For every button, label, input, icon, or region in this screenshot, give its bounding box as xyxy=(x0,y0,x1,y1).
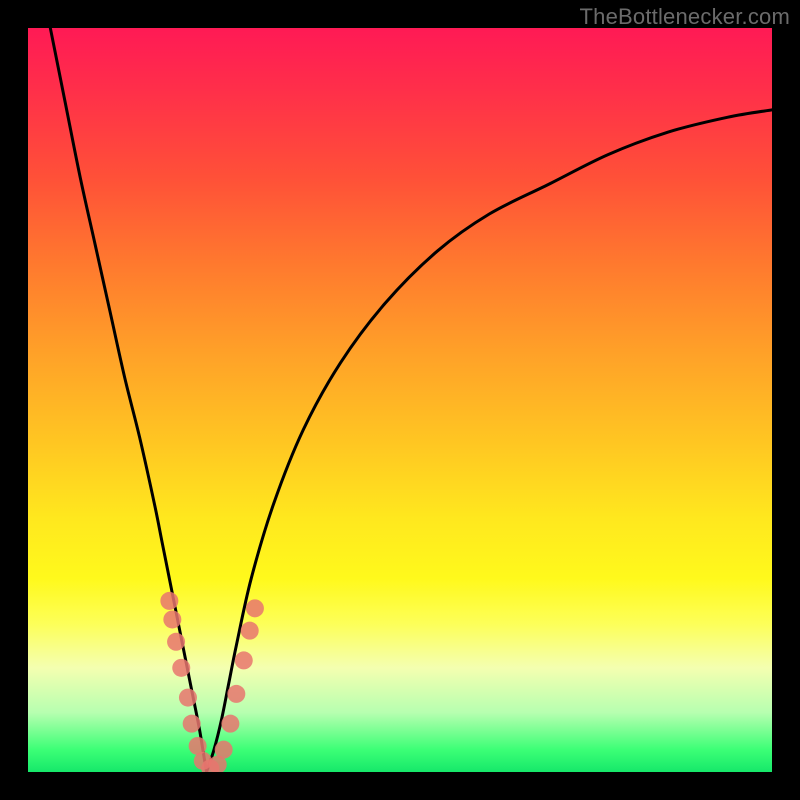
data-marker xyxy=(183,715,201,733)
data-marker xyxy=(246,599,264,617)
curve-right-branch xyxy=(207,110,772,772)
watermark-text: TheBottleneсker.com xyxy=(580,4,790,30)
data-marker xyxy=(172,659,190,677)
data-marker xyxy=(163,610,181,628)
plot-area xyxy=(28,28,772,772)
data-marker xyxy=(235,651,253,669)
data-marker xyxy=(227,685,245,703)
chart-frame: TheBottleneсker.com xyxy=(0,0,800,800)
data-marker xyxy=(160,592,178,610)
data-markers xyxy=(160,592,264,772)
data-marker xyxy=(221,715,239,733)
data-marker xyxy=(167,633,185,651)
data-marker xyxy=(241,622,259,640)
data-marker xyxy=(215,741,233,759)
bottleneck-curve xyxy=(50,28,772,772)
curves-layer xyxy=(28,28,772,772)
data-marker xyxy=(179,689,197,707)
